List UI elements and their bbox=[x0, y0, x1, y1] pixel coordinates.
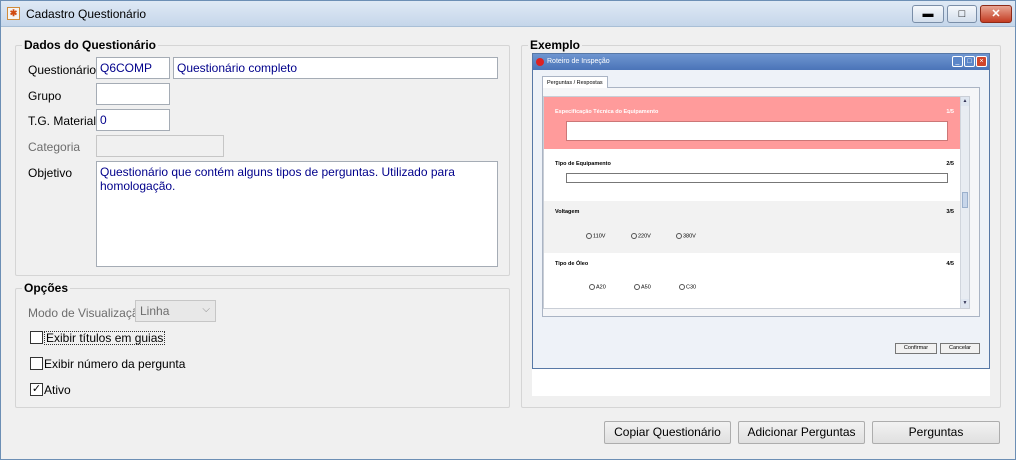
preview-question-number: 3/5 bbox=[946, 209, 954, 215]
objetivo-label: Objetivo bbox=[28, 166, 73, 180]
preview-minimize-icon: _ bbox=[952, 56, 963, 67]
preview-app-icon bbox=[536, 58, 544, 66]
preview-question-number: 4/5 bbox=[946, 261, 954, 267]
preview-scrollbar: ▲ ▼ bbox=[960, 97, 969, 308]
preview-text-field bbox=[566, 121, 948, 141]
close-button[interactable]: ✕ bbox=[980, 5, 1012, 23]
window-title: Cadastro Questionário bbox=[26, 7, 147, 21]
exibir-numero-checkbox[interactable] bbox=[30, 357, 43, 370]
ativo-label[interactable]: Ativo bbox=[44, 383, 71, 397]
exibir-titulos-label[interactable]: Exibir títulos em guias bbox=[44, 331, 166, 345]
questionario-name-input[interactable]: Questionário completo bbox=[173, 57, 498, 79]
exibir-titulos-checkbox[interactable] bbox=[30, 331, 43, 344]
preview-text-field bbox=[566, 173, 948, 183]
copiar-questionario-button[interactable]: Copiar Questionário bbox=[604, 421, 731, 444]
exemplo-group-title: Exemplo bbox=[528, 38, 583, 52]
preview-radio-option: C30 bbox=[679, 284, 696, 290]
tg-material-input[interactable]: 0 bbox=[96, 109, 170, 131]
preview-window: Roteiro de Inspeção _ □ × Perguntas / Re… bbox=[532, 53, 990, 369]
categoria-input bbox=[96, 135, 224, 157]
grupo-input[interactable] bbox=[96, 83, 170, 105]
chevron-down-icon: ⌵ bbox=[202, 304, 210, 315]
main-window: ✱ Cadastro Questionário ▬ □ ✕ Dados do Q… bbox=[0, 0, 1016, 460]
modo-visualizacao-select: Linha ⌵ bbox=[135, 300, 216, 322]
example-preview: Roteiro de Inspeção _ □ × Perguntas / Re… bbox=[532, 53, 990, 396]
ativo-checkbox[interactable]: ✓ bbox=[30, 383, 43, 396]
exibir-numero-label[interactable]: Exibir número da pergunta bbox=[44, 357, 185, 371]
preview-question-title: Especificação Técnica do Equipamento bbox=[555, 109, 659, 115]
preview-question-title: Tipo de Óleo bbox=[555, 261, 589, 267]
title-bar: ✱ Cadastro Questionário ▬ □ ✕ bbox=[1, 1, 1015, 27]
preview-question-title: Tipo de Equipamento bbox=[555, 161, 611, 167]
questionario-label: Questionário bbox=[28, 63, 97, 77]
dados-group-title: Dados do Questionário bbox=[22, 38, 159, 52]
preview-radio-option: 110V bbox=[586, 233, 605, 239]
preview-question: Especificação Técnica do Equipamento 1/5 bbox=[544, 97, 961, 149]
preview-title-bar: Roteiro de Inspeção _ □ × bbox=[533, 54, 989, 70]
preview-confirm-button: Confirmar bbox=[895, 343, 937, 354]
maximize-button[interactable]: □ bbox=[947, 5, 977, 23]
preview-question: Voltagem 3/5 110V 220V 380V bbox=[544, 201, 961, 253]
objetivo-textarea[interactable]: Questionário que contém alguns tipos de … bbox=[96, 161, 498, 267]
preview-question-number: 2/5 bbox=[946, 161, 954, 167]
preview-radio-option: A20 bbox=[589, 284, 606, 290]
preview-radio-option: 220V bbox=[631, 233, 651, 239]
opcoes-group-title: Opções bbox=[22, 281, 71, 295]
preview-maximize-icon: □ bbox=[964, 56, 975, 67]
preview-question-list: Especificação Técnica do Equipamento 1/5… bbox=[543, 96, 970, 309]
preview-question: Tipo de Equipamento 2/5 bbox=[544, 149, 961, 201]
minimize-button[interactable]: ▬ bbox=[912, 5, 944, 23]
preview-cancel-button: Cancelar bbox=[940, 343, 980, 354]
preview-question: Tipo de Óleo 4/5 A20 A50 C30 bbox=[544, 253, 961, 308]
app-icon: ✱ bbox=[7, 7, 20, 20]
modo-visualizacao-label: Modo de Visualização bbox=[28, 306, 146, 320]
adicionar-perguntas-button[interactable]: Adicionar Perguntas bbox=[738, 421, 865, 444]
preview-tab: Perguntas / Respostas bbox=[542, 76, 608, 88]
preview-title: Roteiro de Inspeção bbox=[547, 58, 610, 65]
tg-material-label: T.G. Material bbox=[28, 114, 97, 128]
perguntas-button[interactable]: Perguntas bbox=[872, 421, 1000, 444]
grupo-label: Grupo bbox=[28, 89, 62, 103]
questionario-code-input[interactable]: Q6COMP bbox=[96, 57, 170, 79]
categoria-label: Categoria bbox=[28, 140, 81, 154]
preview-radio-option: 380V bbox=[676, 233, 696, 239]
preview-question-title: Voltagem bbox=[555, 209, 580, 215]
preview-scroll-down-icon: ▼ bbox=[961, 299, 969, 308]
preview-scroll-thumb bbox=[962, 192, 968, 208]
preview-question-number: 1/5 bbox=[946, 109, 954, 115]
modo-visualizacao-value: Linha bbox=[140, 304, 170, 318]
preview-close-icon: × bbox=[976, 56, 987, 67]
preview-scroll-up-icon: ▲ bbox=[961, 97, 969, 106]
preview-radio-option: A50 bbox=[634, 284, 651, 290]
